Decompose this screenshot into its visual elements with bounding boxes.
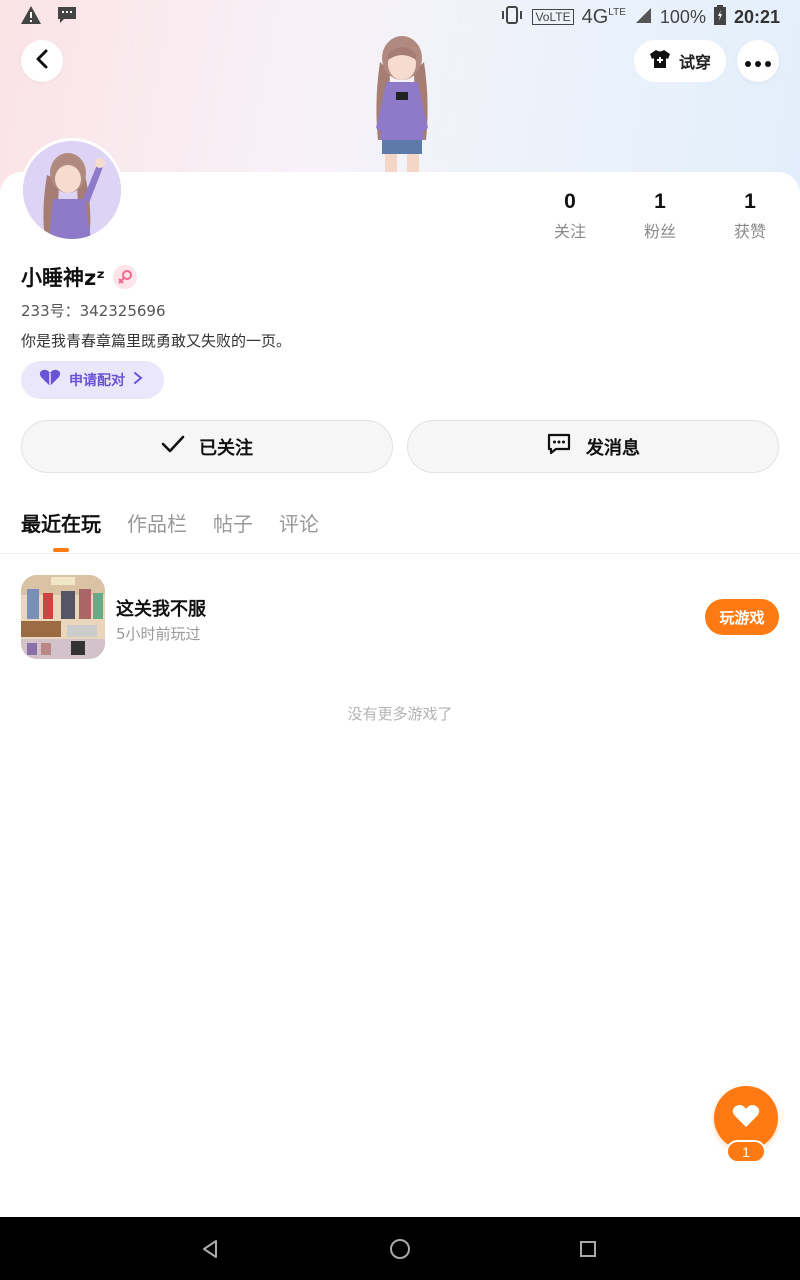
- battery-percent: 100%: [659, 6, 706, 27]
- heart-pair-icon: [39, 369, 61, 391]
- nav-recents-icon[interactable]: [574, 1235, 602, 1263]
- profile-tabs: 最近在玩 作品栏 帖子 评论: [21, 508, 319, 537]
- signal-label: 4G: [581, 5, 609, 28]
- profile-card: [0, 172, 800, 1217]
- system-navigation-bar: [0, 1217, 800, 1280]
- end-of-list-text: 没有更多游戏了: [347, 705, 453, 723]
- pair-request-button[interactable]: 申请配对: [21, 361, 164, 399]
- more-button[interactable]: [737, 40, 779, 82]
- tshirt-icon: [649, 49, 671, 73]
- stat-label: 关注: [553, 222, 586, 241]
- followed-button[interactable]: 已关注: [21, 420, 393, 473]
- stat-label: 粉丝: [643, 222, 676, 241]
- try-on-button[interactable]: 试穿: [634, 40, 726, 82]
- stat-label: 获赞: [733, 222, 766, 241]
- game-thumbnail: [21, 575, 105, 659]
- list-item[interactable]: 这关我不服 5小时前玩过 玩游戏: [21, 575, 779, 659]
- user-bio: 你是我青春章篇里既勇敢又失败的一页。: [21, 332, 292, 350]
- stats-row: 0 关注 1 粉丝 1 获赞: [0, 190, 800, 250]
- more-dots-icon: [745, 52, 771, 71]
- back-arrow-icon: [34, 49, 50, 73]
- game-last-played: 5小时前玩过: [116, 625, 201, 643]
- stat-value: 0: [564, 190, 576, 213]
- followed-label: 已关注: [199, 437, 253, 459]
- chevron-right-icon: [133, 371, 143, 389]
- lte-label: LTE: [608, 6, 626, 18]
- stat-following[interactable]: 0 关注: [540, 190, 600, 242]
- back-button[interactable]: [21, 40, 63, 82]
- heart-icon: [732, 1104, 760, 1132]
- tab-posts[interactable]: 帖子: [213, 508, 253, 537]
- tab-comments[interactable]: 评论: [279, 508, 319, 537]
- clock: 20:21: [733, 6, 780, 27]
- user-id: 233号：342325696: [21, 302, 166, 320]
- checkmark-icon: [161, 435, 185, 458]
- like-count-badge: 1: [726, 1140, 766, 1163]
- message-icon: [56, 5, 78, 30]
- vibrate-icon: [500, 5, 524, 30]
- try-on-label: 试穿: [678, 53, 711, 72]
- status-bar: VoLTE 4G LTE 100% 20:21: [0, 0, 800, 34]
- chat-bubble-icon: [546, 432, 572, 461]
- tab-recently-played[interactable]: 最近在玩: [21, 508, 101, 537]
- nav-back-icon[interactable]: [196, 1235, 224, 1263]
- tabs-divider: [0, 553, 800, 554]
- battery-icon: [713, 4, 726, 30]
- nav-home-icon[interactable]: [386, 1235, 414, 1263]
- stat-likes[interactable]: 1 获赞: [720, 190, 780, 242]
- female-icon: [113, 265, 137, 289]
- stat-value: 1: [654, 190, 666, 213]
- warning-icon: [20, 5, 42, 30]
- volte-label: VoLTE: [532, 9, 574, 25]
- stat-value: 1: [744, 190, 756, 213]
- character-avatar-figure: [352, 32, 452, 174]
- send-message-button[interactable]: 发消息: [407, 420, 779, 473]
- pair-label: 申请配对: [69, 373, 125, 389]
- active-tab-indicator: [53, 548, 69, 552]
- tab-works[interactable]: 作品栏: [127, 508, 187, 537]
- stat-followers[interactable]: 1 粉丝: [630, 190, 690, 242]
- send-message-label: 发消息: [586, 437, 640, 459]
- play-game-button[interactable]: 玩游戏: [705, 599, 779, 635]
- username-row: 小睡神zᶻ: [21, 262, 137, 292]
- signal-icon: [634, 6, 652, 29]
- game-title: 这关我不服: [116, 599, 206, 620]
- username: 小睡神zᶻ: [21, 266, 105, 290]
